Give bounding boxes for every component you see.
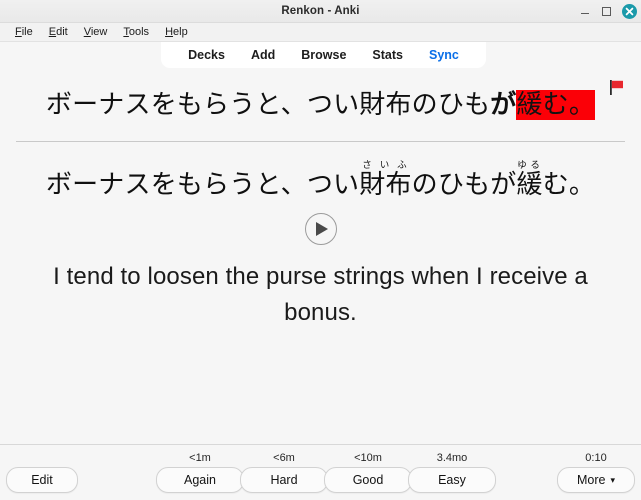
hard-eta: <6m <box>273 452 295 464</box>
red-flag-icon <box>607 78 626 101</box>
question-bold-particle: が <box>490 90 517 120</box>
menu-item-edit-mnemonic: E <box>48 26 57 38</box>
easy-button[interactable]: Easy <box>408 467 496 493</box>
menu-item-edit[interactable]: Edit <box>42 25 75 39</box>
nav-link-sync[interactable]: Sync <box>416 48 472 62</box>
menu-item-help[interactable]: Help <box>158 25 195 39</box>
more-button-label: More <box>576 473 606 487</box>
top-nav-pill: Decks Add Browse Stats Sync <box>161 42 486 68</box>
menu-item-view-label: iew <box>90 26 108 38</box>
edit-button-label: Edit <box>31 473 53 487</box>
furigana-saifu-reading: さいふ <box>359 159 412 171</box>
edit-button-slot: Edit <box>6 452 78 493</box>
again-eta: <1m <box>189 452 211 464</box>
hard-button-slot: <6m Hard <box>240 452 328 493</box>
card-translation: I tend to loosen the purse strings when … <box>53 262 588 326</box>
maximize-icon <box>602 6 611 16</box>
menu-item-file-label: ile <box>21 26 33 38</box>
menu-item-edit-label: dit <box>56 26 68 38</box>
menu-item-help-mnemonic: H <box>165 26 174 38</box>
close-button[interactable] <box>622 3 637 19</box>
nav-link-stats[interactable]: Stats <box>359 48 416 62</box>
hard-button-label: Hard <box>270 473 298 487</box>
answer-segment-3: む。 <box>542 169 596 200</box>
question-highlighted-term: 緩む。 <box>516 90 596 120</box>
nav-link-decks[interactable]: Decks <box>175 48 238 62</box>
more-button[interactable]: More ▾ <box>557 467 635 493</box>
menu-item-help-label: elp <box>173 26 188 38</box>
window-controls <box>578 0 637 22</box>
nav-link-add[interactable]: Add <box>238 48 288 62</box>
again-button[interactable]: Again <box>156 467 244 493</box>
minimize-icon <box>580 13 589 14</box>
furigana-saifu-base: 財布 <box>359 169 412 200</box>
good-eta: <10m <box>354 452 382 464</box>
title-bar: Renkon - Anki <box>0 0 641 23</box>
menu-item-view-mnemonic: V <box>83 26 91 38</box>
window-title: Renkon - Anki <box>281 5 360 17</box>
again-button-label: Again <box>184 473 216 487</box>
furigana-yuru-reading: ゆる <box>516 159 543 171</box>
card-review-area: ボーナスをもらうと、つい財布のひもが緩む。 ボーナスをもらうと、つい財布さいふの… <box>0 69 641 444</box>
hard-button[interactable]: Hard <box>240 467 328 493</box>
question-prefix: ボーナスをもらうと、つい財布のひも <box>45 90 491 120</box>
more-button-slot: 0:10 More ▾ <box>557 452 635 493</box>
more-eta: 0:10 <box>585 452 607 464</box>
audio-row <box>0 212 641 245</box>
chevron-down-icon: ▾ <box>610 474 615 485</box>
easy-button-slot: 3.4mo Easy <box>408 452 496 493</box>
menu-item-tools[interactable]: Tools <box>116 25 156 39</box>
furigana-yuru: 緩ゆる <box>516 160 543 200</box>
card-answer-line: ボーナスをもらうと、つい財布さいふのひもが緩ゆるむ。 <box>0 142 641 201</box>
play-icon <box>316 221 328 236</box>
edit-button[interactable]: Edit <box>6 467 78 493</box>
good-button-slot: <10m Good <box>324 452 412 493</box>
maximize-button[interactable] <box>600 5 613 18</box>
furigana-yuru-base: 緩 <box>516 169 543 200</box>
play-audio-button[interactable] <box>304 212 337 245</box>
menu-item-tools-label: ools <box>128 26 150 38</box>
easy-eta: 3.4mo <box>436 452 468 464</box>
close-icon <box>625 7 634 15</box>
good-button[interactable]: Good <box>324 467 412 493</box>
menu-item-file-mnemonic: F <box>15 26 22 38</box>
again-button-slot: <1m Again <box>156 452 244 493</box>
menu-item-view[interactable]: View <box>77 25 115 39</box>
good-button-label: Good <box>352 473 384 487</box>
furigana-saifu: 財布さいふ <box>359 160 412 200</box>
menu-item-file[interactable]: File <box>8 25 40 39</box>
card-question-line: ボーナスをもらうと、つい財布のひもが緩む。 <box>0 77 641 127</box>
answer-segment-1: ボーナスをもらうと、つい <box>45 169 360 200</box>
easy-button-label: Easy <box>438 473 466 487</box>
answer-segment-2: のひもが <box>411 169 517 200</box>
menu-bar: File Edit View Tools Help <box>0 23 641 42</box>
top-nav-bar: Decks Add Browse Stats Sync <box>0 42 641 69</box>
anki-main-window: Renkon - Anki File Edit View Tools Help … <box>0 0 641 500</box>
answer-buttons-bar: Edit <1m Again <6m Hard <10m Good 3.4mo … <box>0 444 641 500</box>
minimize-button[interactable] <box>578 5 591 18</box>
nav-link-browse[interactable]: Browse <box>288 48 359 62</box>
